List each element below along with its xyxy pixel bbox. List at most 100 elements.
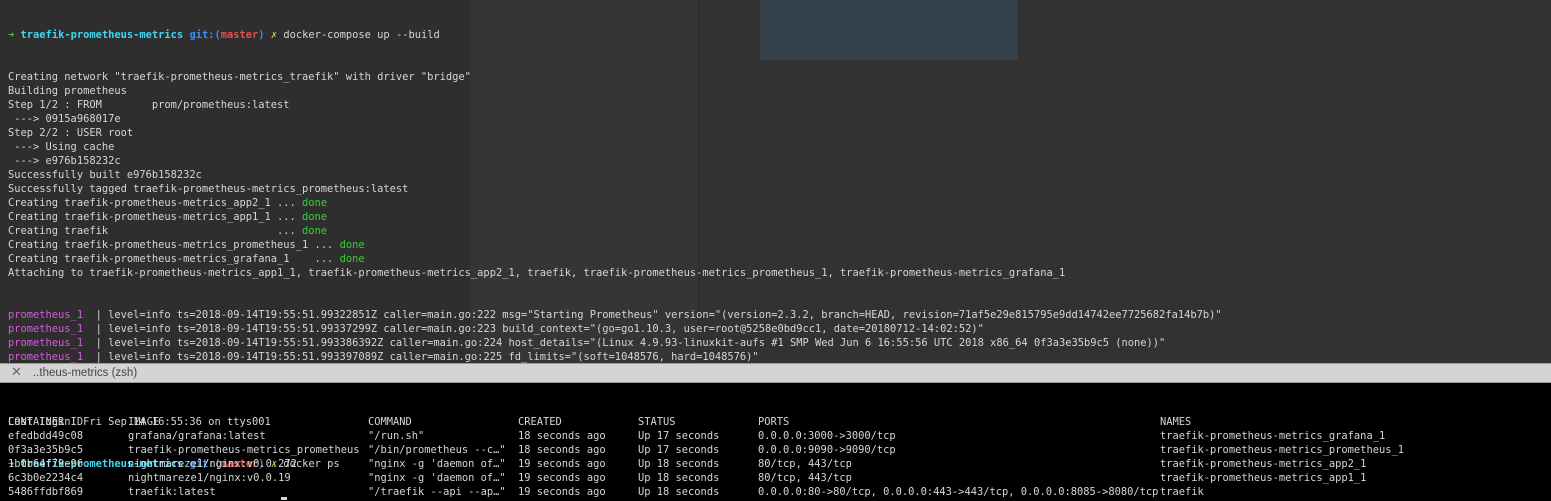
output-line: Creating traefik-prometheus-metrics_app1… — [8, 210, 1222, 224]
table-cell: 80/tcp, 443/tcp — [758, 472, 852, 484]
output-line: ---> 0915a968017e — [8, 112, 1222, 126]
column-header: CONTAINER ID — [8, 416, 84, 428]
column-header: STATUS — [638, 416, 676, 428]
table-cell: 80/tcp, 443/tcp — [758, 458, 852, 470]
table-cell: traefik-prometheus-metrics_app1_1 — [1160, 472, 1367, 484]
output-text: ---> Using cache — [8, 141, 115, 153]
prometheus-log-output: prometheus_1 | level=info ts=2018-09-14T… — [8, 308, 1222, 363]
output-line: Successfully built e976b158232c — [8, 168, 1222, 182]
table-cell: Up 17 seconds — [638, 444, 720, 456]
output-text: Successfully built e976b158232c — [8, 169, 202, 181]
output-text: Attaching to traefik-prometheus-metrics_… — [8, 267, 1066, 279]
output-line: Creating traefik-prometheus-metrics_prom… — [8, 238, 1222, 252]
status-done: done — [302, 211, 328, 223]
column-header: NAMES — [1160, 416, 1192, 428]
table-cell: traefik-prometheus-metrics_app2_1 — [1160, 458, 1367, 470]
output-text: Successfully tagged traefik-prometheus-m… — [8, 183, 409, 195]
log-line: prometheus_1 | level=info ts=2018-09-14T… — [8, 350, 1222, 363]
log-text: | level=info ts=2018-09-14T19:55:51.9932… — [83, 309, 1222, 321]
table-cell: 18 seconds ago — [518, 430, 606, 442]
table-cell: 19 seconds ago — [518, 486, 606, 498]
output-text: Creating traefik-prometheus-metrics_app1… — [8, 211, 303, 223]
table-cell: grafana/grafana:latest — [128, 430, 266, 442]
terminal-output-top: ➜ traefik-prometheus-metrics git:(master… — [8, 0, 1222, 363]
log-line: prometheus_1 | level=info ts=2018-09-14T… — [8, 322, 1222, 336]
log-service-name: prometheus_1 — [8, 323, 84, 335]
column-header: PORTS — [758, 416, 790, 428]
column-header: COMMAND — [368, 416, 412, 428]
output-line: Step 2/2 : USER root — [8, 126, 1222, 140]
table-cell: 0.0.0.0:80->80/tcp, 0.0.0.0:443->443/tcp… — [758, 486, 1159, 498]
output-text: Creating traefik-prometheus-metrics_app2… — [8, 197, 303, 209]
table-cell: efedbdd49c08 — [8, 430, 84, 442]
table-cell: 5486ffdbf869 — [8, 486, 84, 498]
log-line: prometheus_1 | level=info ts=2018-09-14T… — [8, 336, 1222, 350]
git-branch: master — [220, 29, 259, 41]
prompt-line: ➜ traefik-prometheus-metrics git:(master… — [8, 28, 1222, 42]
output-line: Attaching to traefik-prometheus-metrics_… — [8, 266, 1222, 280]
text-cursor — [281, 497, 287, 500]
output-text: Creating traefik-prometheus-metrics_prom… — [8, 239, 340, 251]
table-cell: "/run.sh" — [368, 430, 425, 442]
table-cell: Up 18 seconds — [638, 486, 720, 498]
table-cell: traefik:latest — [128, 486, 216, 498]
output-text: Creating network "traefik-prometheus-met… — [8, 71, 471, 83]
table-cell: 1b0b64f79e96 — [8, 458, 84, 470]
table-cell: 0f3a3e35b9c5 — [8, 444, 84, 456]
git-label-close: ) — [258, 29, 265, 41]
output-line: Creating traefik-prometheus-metrics_app2… — [8, 196, 1222, 210]
table-cell: nightmareze1/nginx:v0.0.19 — [128, 472, 291, 484]
output-line: Successfully tagged traefik-prometheus-m… — [8, 182, 1222, 196]
output-line: Creating traefik-prometheus-metrics_graf… — [8, 252, 1222, 266]
status-done: done — [302, 197, 328, 209]
prompt-directory: traefik-prometheus-metrics — [20, 29, 184, 41]
table-cell: 19 seconds ago — [518, 458, 606, 470]
table-cell: "nginx -g 'daemon of…" — [368, 458, 506, 470]
output-text: Building prometheus — [8, 85, 127, 97]
table-cell: traefik-prometheus-metrics_prometheus_1 — [1160, 444, 1404, 456]
terminal-pane-bottom[interactable]: Last login: Fri Sep 14 16:55:36 on ttys0… — [0, 383, 1551, 501]
status-done: done — [339, 239, 365, 251]
log-service-name: prometheus_1 — [8, 309, 84, 321]
close-icon[interactable]: ✕ — [11, 365, 22, 379]
table-cell: Up 18 seconds — [638, 472, 720, 484]
table-cell: "/bin/prometheus --c…" — [368, 444, 506, 456]
table-cell: "nginx -g 'daemon of…" — [368, 472, 506, 484]
output-line: Creating network "traefik-prometheus-met… — [8, 70, 1222, 84]
terminal-pane-top[interactable]: ➜ traefik-prometheus-metrics git:(master… — [0, 0, 1551, 363]
table-cell: Up 17 seconds — [638, 430, 720, 442]
table-cell: 0.0.0.0:3000->3000/tcp — [758, 430, 896, 442]
log-text: | level=info ts=2018-09-14T19:55:51.9933… — [83, 337, 1166, 349]
output-text: Step 2/2 : USER root — [8, 127, 134, 139]
column-header: IMAGE — [128, 416, 160, 428]
table-cell: 0.0.0.0:9090->9090/tcp — [758, 444, 896, 456]
status-done: done — [302, 225, 328, 237]
output-text: Creating traefik ... — [8, 225, 303, 237]
table-cell: traefik — [1160, 486, 1204, 498]
prompt-command: docker-compose up --build — [283, 29, 440, 41]
log-line: prometheus_1 | level=info ts=2018-09-14T… — [8, 308, 1222, 322]
output-line: Building prometheus — [8, 84, 1222, 98]
output-line: ---> e976b158232c — [8, 154, 1222, 168]
pane-tab-bar: ✕ ..theus-metrics (zsh) — [0, 363, 1551, 383]
tab-title[interactable]: ..theus-metrics (zsh) — [33, 366, 137, 380]
table-cell: Up 18 seconds — [638, 458, 720, 470]
build-output: Creating network "traefik-prometheus-met… — [8, 70, 1222, 280]
log-service-name: prometheus_1 — [8, 337, 84, 349]
git-label: git:( — [189, 29, 221, 41]
log-service-name: prometheus_1 — [8, 351, 84, 363]
log-text: | level=info ts=2018-09-14T19:55:51.9933… — [83, 351, 759, 363]
column-header: CREATED — [518, 416, 562, 428]
table-cell: nightmareze1/nginx:v0.0.272 — [128, 458, 297, 470]
log-text: | level=info ts=2018-09-14T19:55:51.9933… — [83, 323, 984, 335]
output-text: ---> e976b158232c — [8, 155, 121, 167]
output-line: ---> Using cache — [8, 140, 1222, 154]
output-line: Creating traefik ... done — [8, 224, 1222, 238]
table-cell: 19 seconds ago — [518, 472, 606, 484]
prompt-arrow-icon: ➜ — [8, 29, 15, 41]
table-cell: 6c3b0e2234c4 — [8, 472, 84, 484]
output-text: ---> 0915a968017e — [8, 113, 121, 125]
output-text: Creating traefik-prometheus-metrics_graf… — [8, 253, 340, 265]
output-line: Step 1/2 : FROM prom/prometheus:latest — [8, 98, 1222, 112]
table-cell: 18 seconds ago — [518, 444, 606, 456]
